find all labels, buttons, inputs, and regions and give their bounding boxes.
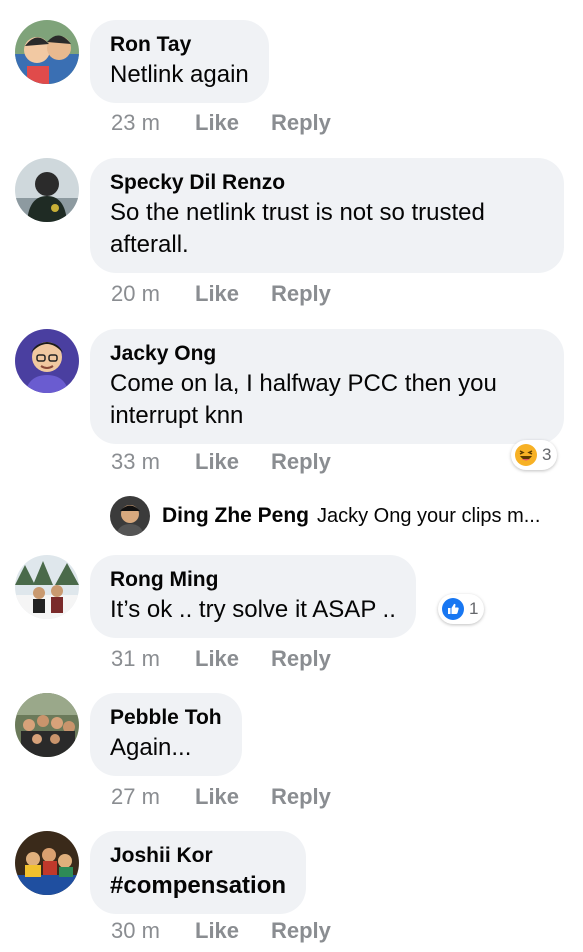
like-button[interactable]: Like [195, 109, 239, 137]
reply-button[interactable]: Reply [271, 280, 331, 308]
reply-button[interactable]: Reply [271, 109, 331, 137]
like-button[interactable]: Like [195, 783, 239, 811]
haha-icon [515, 444, 537, 466]
comment-timestamp[interactable]: 33 m [111, 448, 160, 476]
avatar-specky-dil-renzo[interactable] [15, 158, 79, 222]
like-button[interactable]: Like [195, 280, 239, 308]
like-icon [442, 598, 464, 620]
commenter-name[interactable]: Rong Ming [110, 566, 396, 594]
comment-text: Again... [110, 734, 192, 761]
comment-bubble: Jacky Ong Come on la, I halfway PCC then… [90, 329, 564, 444]
reaction-badge[interactable]: 1 [438, 594, 485, 624]
comment-bubble: Rong Ming It’s ok .. try solve it ASAP .… [90, 555, 416, 638]
comment-timestamp[interactable]: 31 m [111, 645, 160, 673]
avatar-pebble-toh[interactable] [15, 693, 79, 757]
comment-bubble: Pebble Toh Again... [90, 693, 242, 776]
reply-preview[interactable]: Ding Zhe Peng Jacky Ong your clips m... [110, 496, 540, 536]
avatar-ding-zhe-peng[interactable] [110, 496, 150, 536]
commenter-name[interactable]: Ron Tay [110, 31, 249, 59]
comment-text: It’s ok .. try solve it ASAP .. [110, 596, 396, 623]
comment-text: So the netlink trust is not so trusted [110, 199, 485, 226]
comment-text: afterall. [110, 231, 189, 258]
comment-bubble: Specky Dil Renzo So the netlink trust is… [90, 158, 564, 273]
reply-button[interactable]: Reply [271, 917, 331, 945]
commenter-name[interactable]: Specky Dil Renzo [110, 169, 544, 197]
commenter-name[interactable]: Joshii Kor [110, 842, 286, 870]
reply-author-name[interactable]: Ding Zhe Peng [162, 504, 309, 528]
avatar-rong-ming[interactable] [15, 555, 79, 619]
like-button[interactable]: Like [195, 645, 239, 673]
comment-timestamp[interactable]: 20 m [111, 280, 160, 308]
commenter-name[interactable]: Jacky Ong [110, 340, 544, 368]
comment-hashtag[interactable]: #compensation [110, 870, 286, 902]
comment-timestamp[interactable]: 27 m [111, 783, 160, 811]
reaction-count: 3 [542, 445, 552, 464]
avatar-ron-tay[interactable] [15, 20, 79, 84]
reply-button[interactable]: Reply [271, 645, 331, 673]
comment-bubble: Joshii Kor #compensation [90, 831, 307, 914]
like-button[interactable]: Like [195, 448, 239, 476]
reply-button[interactable]: Reply [271, 783, 331, 811]
reply-text: Jacky Ong your clips m... [317, 504, 541, 527]
avatar-joshii-kor[interactable] [15, 831, 79, 895]
comment-timestamp[interactable]: 23 m [111, 109, 160, 137]
avatar-jacky-ong[interactable] [15, 329, 79, 393]
comment-timestamp[interactable]: 30 m [111, 917, 160, 945]
comment-text: Netlink again [110, 61, 249, 88]
comment-text: interrupt knn [110, 402, 244, 429]
like-button[interactable]: Like [195, 917, 239, 945]
comment-text: Come on la, I halfway PCC then you [110, 370, 497, 397]
reaction-count: 1 [469, 599, 479, 618]
commenter-name[interactable]: Pebble Toh [110, 704, 222, 732]
reply-button[interactable]: Reply [271, 448, 331, 476]
comment-bubble: Ron Tay Netlink again [90, 20, 269, 103]
reaction-badge[interactable]: 3 [511, 440, 558, 470]
